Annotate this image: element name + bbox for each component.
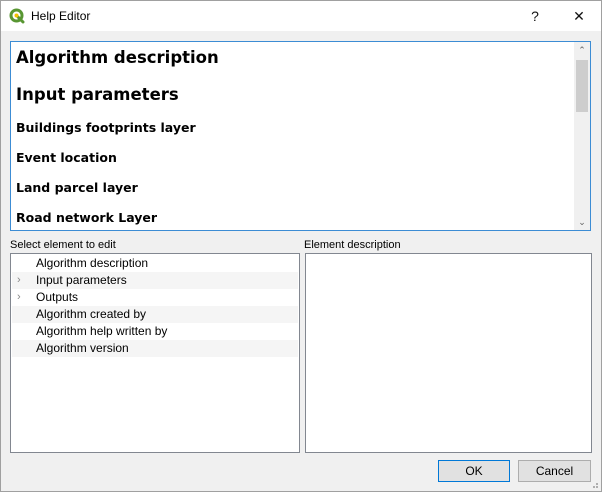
tree-item-label: Algorithm help written by [36, 324, 168, 338]
preview-heading: Road network Layer [16, 210, 158, 225]
ok-button[interactable]: OK [438, 460, 510, 482]
title-bar[interactable]: Help Editor ? ✕ [1, 1, 601, 31]
tree-item-label: Algorithm description [36, 256, 149, 270]
vertical-scrollbar[interactable]: ⌃ ⌄ [574, 42, 590, 230]
tree-item[interactable]: › Outputs [12, 289, 298, 306]
scroll-down-icon[interactable]: ⌄ [574, 214, 590, 230]
tree-item-label: Algorithm version [36, 341, 129, 355]
help-editor-window: Help Editor ? ✕ Algorithm description Inp… [0, 0, 602, 492]
help-preview-panel[interactable]: Algorithm description Input parameters Bui… [10, 41, 591, 231]
tree-item-label: Input parameters [36, 273, 127, 287]
preview-heading: Input parameters [16, 85, 179, 104]
scroll-up-icon[interactable]: ⌃ [574, 42, 590, 58]
resize-grip-icon[interactable] [589, 479, 599, 489]
cancel-button[interactable]: Cancel [518, 460, 591, 482]
element-tree[interactable]: Algorithm description › Input parameters › O… [10, 253, 300, 453]
tree-item-label: Algorithm created by [36, 307, 147, 321]
close-button[interactable]: ✕ [557, 1, 601, 31]
preview-heading: Event location [16, 150, 117, 165]
preview-heading: Buildings footprints layer [16, 120, 196, 135]
element-description-label: Element description [304, 239, 401, 251]
window-title: Help Editor [31, 9, 91, 23]
tree-item[interactable]: Algorithm help written by [12, 323, 298, 340]
tree-item[interactable]: Algorithm description [12, 255, 298, 272]
tree-item-label: Outputs [36, 290, 79, 304]
qgis-icon [9, 8, 25, 24]
tree-item[interactable]: Algorithm created by [12, 306, 298, 323]
preview-heading: Algorithm description [16, 48, 219, 67]
tree-item[interactable]: › Input parameters [12, 272, 298, 289]
element-description-editor[interactable] [305, 253, 592, 453]
select-element-label: Select element to edit [10, 239, 116, 251]
expand-chevron-icon[interactable]: › [17, 272, 27, 289]
scrollbar-thumb[interactable] [576, 60, 588, 112]
expand-chevron-icon[interactable]: › [17, 289, 27, 306]
preview-heading: Land parcel layer [16, 180, 138, 195]
tree-item[interactable]: Algorithm version [12, 340, 298, 357]
help-button[interactable]: ? [513, 1, 557, 31]
